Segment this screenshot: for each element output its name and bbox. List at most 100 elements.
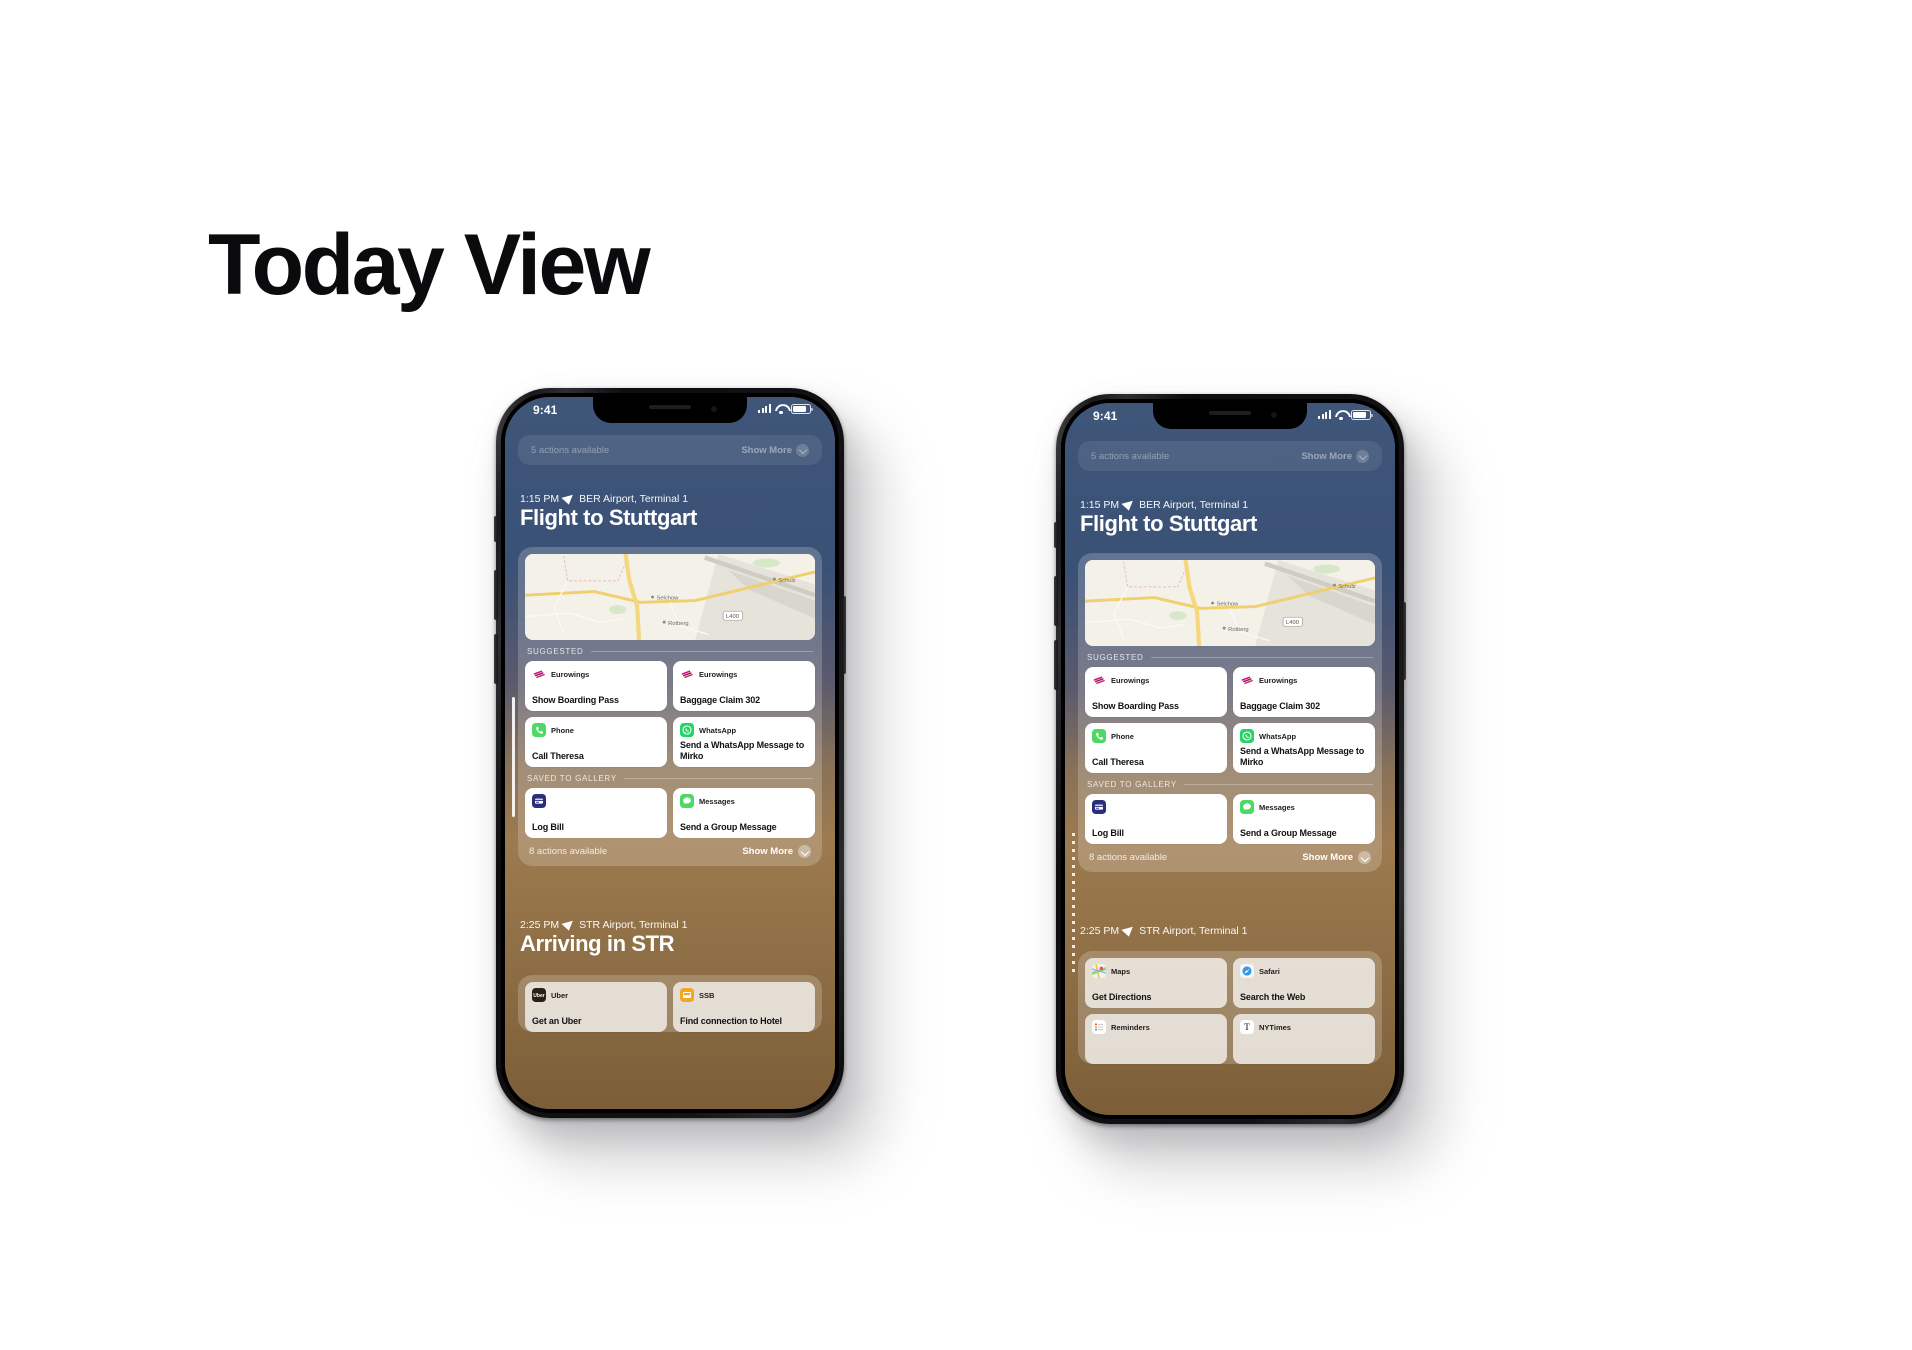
volume-up-button[interactable]: [494, 570, 498, 620]
volume-down-button[interactable]: [494, 634, 498, 684]
tile-app-name: Uber: [551, 990, 569, 1000]
action-tile-get-an-uber[interactable]: Uber Uber Get an Uber: [525, 982, 667, 1032]
action-tile-whatsapp-message[interactable]: WhatsApp Send a WhatsApp Message to Mirk…: [673, 717, 815, 767]
section-header-saved-to-gallery: SAVED TO GALLERY: [527, 774, 813, 783]
tile-header: Safari: [1240, 964, 1368, 978]
mute-switch[interactable]: [1054, 522, 1058, 548]
tile-app-name: Maps: [1111, 966, 1131, 976]
status-bar: 9:41: [505, 397, 835, 425]
phone-icon: [532, 723, 546, 737]
action-tile-call-theresa[interactable]: Phone Call Theresa: [525, 717, 667, 767]
show-more-button[interactable]: Show More: [1302, 851, 1371, 864]
svg-text:L400: L400: [726, 614, 739, 620]
saved-tiles-grid: Log Bill Messages Send a Group Message: [1085, 794, 1375, 844]
power-button[interactable]: [842, 596, 846, 674]
suggested-tiles-grid: Eurowings Show Boarding Pass Eurowings B…: [1085, 667, 1375, 773]
tile-header: [532, 794, 660, 808]
tile-header: Messages: [680, 794, 808, 808]
tile-action-title: Log Bill: [532, 821, 564, 832]
action-tile-show-boarding-pass[interactable]: Eurowings Show Boarding Pass: [525, 661, 667, 711]
tile-header: Eurowings: [680, 667, 808, 681]
action-tile-search-the-web[interactable]: Safari Search the Web: [1233, 958, 1375, 1008]
volume-down-button[interactable]: [1054, 640, 1058, 690]
peek-show-more-label: Show More: [741, 444, 792, 456]
action-tile-get-directions[interactable]: Maps Get Directions: [1085, 958, 1227, 1008]
event-card-arrival: Uber Uber Get an Uber SSB Find connectio…: [518, 975, 822, 1032]
scroll-indicator-dotted[interactable]: [1072, 833, 1075, 973]
tile-app-name: Eurowings: [1111, 675, 1150, 685]
svg-text:Rotberg: Rotberg: [1228, 627, 1249, 633]
mute-switch[interactable]: [494, 516, 498, 542]
action-tile-baggage-claim[interactable]: Eurowings Baggage Claim 302: [673, 661, 815, 711]
tile-header: WhatsApp: [680, 723, 808, 737]
section-divider: [590, 651, 813, 652]
tile-app-name: NYTimes: [1259, 1022, 1291, 1032]
section-label: SAVED TO GALLERY: [527, 774, 617, 783]
wifi-icon: [1335, 410, 1347, 420]
tile-header: Eurowings: [1092, 673, 1220, 687]
action-tile-reminders[interactable]: Reminders: [1085, 1014, 1227, 1064]
peek-show-more-label: Show More: [1301, 450, 1352, 462]
section-divider: [623, 778, 813, 779]
map-preview[interactable]: Selchow Rotberg Schulz L400: [525, 554, 815, 640]
tile-action-title: Send a Group Message: [680, 821, 777, 832]
volume-up-button[interactable]: [1054, 576, 1058, 626]
action-tile-show-boarding-pass[interactable]: Eurowings Show Boarding Pass: [1085, 667, 1227, 717]
tile-header: SSB: [680, 988, 808, 1002]
previous-event-card-peek[interactable]: 5 actions available Show More: [518, 435, 822, 465]
battery-icon: [791, 404, 813, 414]
chevron-down-circle-icon: [1356, 449, 1369, 463]
status-time: 9:41: [1093, 409, 1118, 423]
event-card-flight: Selchow Rotberg Schulz L400 SUGGESTED Eu…: [1078, 553, 1382, 872]
tile-action-title: Get Directions: [1092, 991, 1152, 1002]
tile-header: Eurowings: [1240, 673, 1368, 687]
map-graphic: Selchow Rotberg Schulz L400: [525, 554, 815, 640]
action-tile-group-message[interactable]: Messages Send a Group Message: [673, 788, 815, 838]
tile-action-title: Show Boarding Pass: [1092, 700, 1179, 711]
peek-actions-count: 5 actions available: [1091, 450, 1170, 462]
power-button[interactable]: [1402, 602, 1406, 680]
location-arrow-icon: [1121, 923, 1137, 937]
tile-header: Reminders: [1092, 1020, 1220, 1034]
peek-show-more-button[interactable]: Show More: [1301, 449, 1369, 463]
phone-screen-left: 9:41 5 actions available Show More 1:15 …: [505, 397, 835, 1109]
map-preview[interactable]: Selchow Rotberg Schulz L400: [1085, 560, 1375, 646]
poster-canvas: Today View 9:41 5 actions available Show…: [0, 0, 1912, 1350]
svg-text:T: T: [1244, 1022, 1250, 1032]
previous-event-card-peek[interactable]: 5 actions available Show More: [1078, 441, 1382, 471]
show-more-label: Show More: [742, 846, 793, 857]
show-more-button[interactable]: Show More: [742, 845, 811, 858]
tile-header: Eurowings: [532, 667, 660, 681]
peek-actions-count: 5 actions available: [531, 444, 610, 456]
tile-header: WhatsApp: [1240, 729, 1368, 743]
nytimes-icon: T: [1240, 1020, 1254, 1034]
action-tile-nytimes[interactable]: T NYTimes: [1233, 1014, 1375, 1064]
svg-text:L400: L400: [1286, 620, 1299, 626]
action-tile-whatsapp-message[interactable]: WhatsApp Send a WhatsApp Message to Mirk…: [1233, 723, 1375, 773]
action-tile-group-message[interactable]: Messages Send a Group Message: [1233, 794, 1375, 844]
event-card-arrival: Maps Get Directions Safari Search the We…: [1078, 951, 1382, 1064]
eurowings-icon: [680, 667, 694, 681]
peek-show-more-button[interactable]: Show More: [741, 443, 809, 457]
show-more-label: Show More: [1302, 852, 1353, 863]
ssb-icon: [680, 988, 694, 1002]
phone-screen-right: 9:41 5 actions available Show More 1:15 …: [1065, 403, 1395, 1115]
scroll-indicator[interactable]: [512, 697, 515, 817]
phone-mockup-right: 9:41 5 actions available Show More 1:15 …: [1054, 394, 1442, 1170]
signal-bars-icon: [1317, 410, 1331, 420]
tile-app-name: Eurowings: [551, 669, 590, 679]
section-label: SUGGESTED: [527, 647, 584, 656]
action-tile-find-connection[interactable]: SSB Find connection to Hotel: [673, 982, 815, 1032]
section-header-saved-to-gallery: SAVED TO GALLERY: [1087, 780, 1373, 789]
svg-text:Rotberg: Rotberg: [668, 621, 689, 627]
section-header-suggested: SUGGESTED: [527, 647, 813, 656]
tile-header: T NYTimes: [1240, 1020, 1368, 1034]
action-tile-call-theresa[interactable]: Phone Call Theresa: [1085, 723, 1227, 773]
section-label: SUGGESTED: [1087, 653, 1144, 662]
action-tile-log-bill[interactable]: Log Bill: [1085, 794, 1227, 844]
action-tile-baggage-claim[interactable]: Eurowings Baggage Claim 302: [1233, 667, 1375, 717]
event-card-footer: 8 actions available Show More: [1085, 844, 1375, 872]
tile-app-name: Messages: [1259, 802, 1295, 812]
tile-header: Messages: [1240, 800, 1368, 814]
action-tile-log-bill[interactable]: Log Bill: [525, 788, 667, 838]
